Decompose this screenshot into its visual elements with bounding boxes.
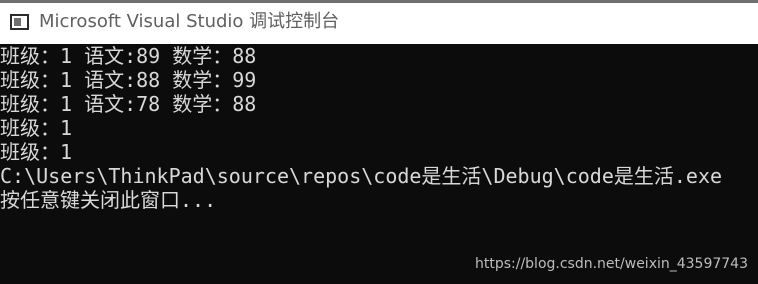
console-window-icon xyxy=(10,14,29,30)
console-line-2: 班级：1 语文:88 数学：99 xyxy=(0,68,257,92)
console-line-1: 班级：1 语文:89 数学：88 xyxy=(0,44,257,68)
console-line-7: 按任意键关闭此窗口... xyxy=(0,188,217,212)
window-title: Microsoft Visual Studio 调试控制台 xyxy=(39,11,340,32)
console-line-6: C:\Users\ThinkPad\source\repos\code是生活\D… xyxy=(0,164,723,188)
console-output[interactable]: 班级：1 语文:89 数学：88 班级：1 语文:88 数学：99 班级：1 语… xyxy=(0,44,758,284)
window-titlebar[interactable]: Microsoft Visual Studio 调试控制台 xyxy=(0,0,758,44)
console-line-5: 班级：1 xyxy=(0,140,73,164)
csdn-watermark: https://blog.csdn.net/weixin_43597743 xyxy=(474,256,748,272)
console-line-4: 班级：1 xyxy=(0,116,73,140)
console-line-3: 班级：1 语文:78 数学：88 xyxy=(0,92,257,116)
debug-console-window: Microsoft Visual Studio 调试控制台 班级：1 语文:89… xyxy=(0,0,758,284)
